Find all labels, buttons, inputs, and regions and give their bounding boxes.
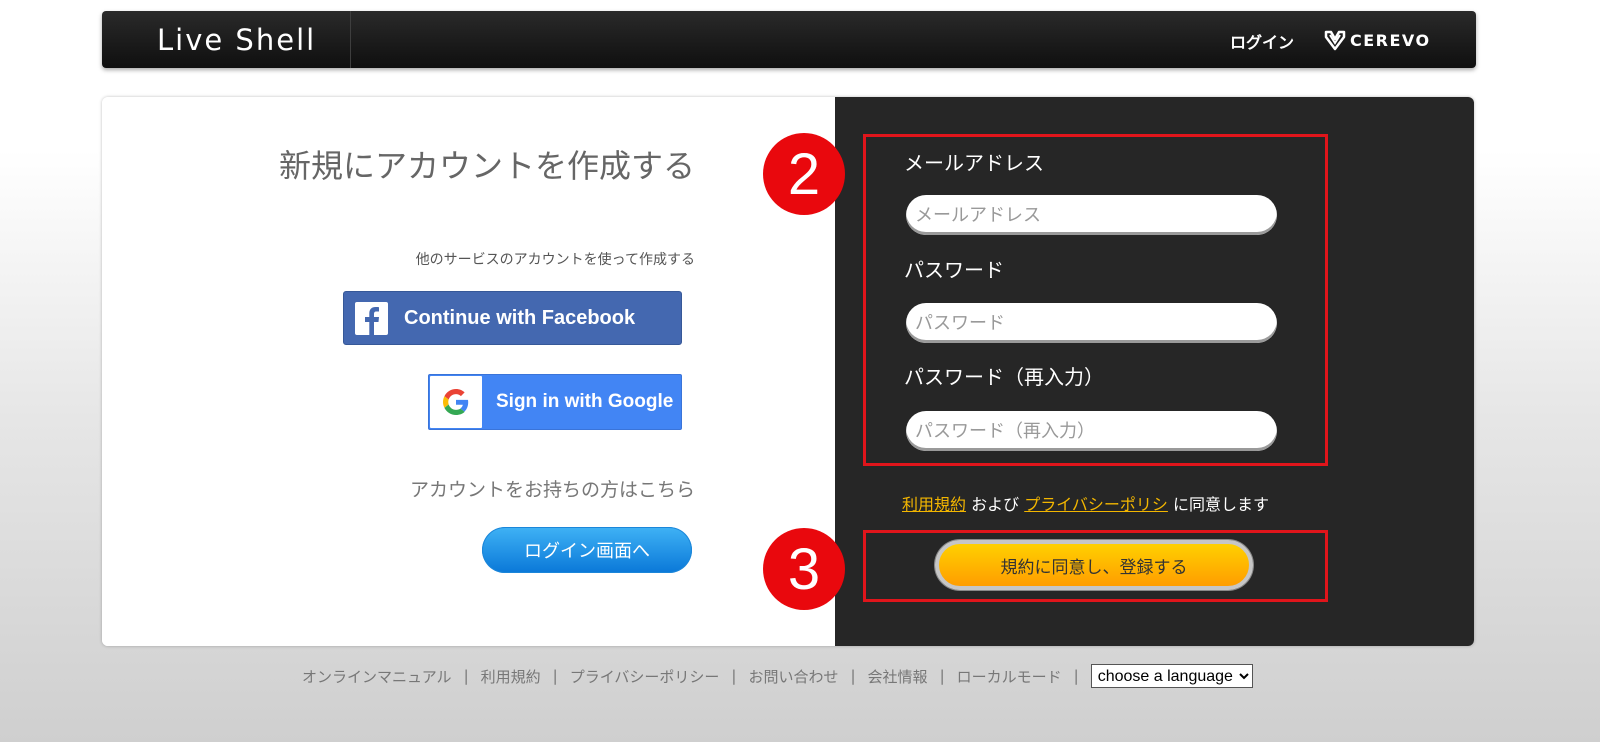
annotation-box-submit	[863, 530, 1328, 602]
footer-separator: |	[552, 667, 558, 685]
footer-link-company-info[interactable]: 会社情報	[868, 666, 928, 687]
and-text: および	[971, 495, 1020, 514]
footer-link-local-mode[interactable]: ローカルモード	[957, 666, 1062, 687]
footer-separator: |	[1073, 667, 1079, 685]
cerevo-logo-icon	[1324, 30, 1346, 51]
footer-links: オンラインマニュアル | 利用規約 | プライバシーポリシー | お問い合わせ …	[302, 664, 1253, 688]
footer-link-online-manual[interactable]: オンラインマニュアル	[302, 666, 452, 687]
footer-separator: |	[939, 667, 945, 685]
annotation-box-form-fields	[863, 134, 1328, 466]
has-account-text: アカウントをお持ちの方はこちら	[409, 479, 695, 501]
footer-link-contact[interactable]: お問い合わせ	[748, 666, 838, 687]
agree-text: に同意します	[1173, 495, 1270, 514]
go-to-login-button[interactable]: ログイン画面へ	[482, 527, 692, 573]
left-panel: 新規にアカウントを作成する 他のサービスのアカウントを使って作成する Conti…	[102, 97, 835, 646]
facebook-button-label: Continue with Facebook	[404, 306, 636, 329]
terms-agreement: 利用規約 および プライバシーポリシ に同意します	[902, 491, 1269, 515]
footer-link-terms[interactable]: 利用規約	[481, 666, 541, 687]
top-header: Live Shell ログイン CEREVO	[102, 11, 1476, 68]
footer-separator: |	[850, 667, 856, 685]
footer-separator: |	[731, 667, 737, 685]
other-services-label: 他のサービスのアカウントを使って作成する	[415, 252, 695, 268]
annotation-badge-step-3: 3	[763, 528, 845, 610]
facebook-icon	[355, 301, 388, 335]
cerevo-brand[interactable]: CEREVO	[1324, 29, 1431, 51]
google-icon	[443, 389, 469, 415]
page-title: 新規にアカウントを作成する	[278, 147, 695, 185]
liveshell-logo[interactable]: Live Shell	[157, 23, 316, 57]
terms-link[interactable]: 利用規約	[902, 495, 966, 514]
language-select[interactable]: choose a language	[1090, 664, 1253, 688]
footer-separator: |	[463, 667, 469, 685]
privacy-policy-link[interactable]: プライバシーポリシ	[1024, 495, 1168, 514]
google-icon-box	[430, 376, 482, 428]
annotation-badge-step-2: 2	[763, 133, 845, 215]
continue-with-facebook-button[interactable]: Continue with Facebook	[343, 291, 682, 345]
google-button-label: Sign in with Google	[496, 391, 674, 412]
header-divider	[350, 11, 351, 68]
sign-in-with-google-button[interactable]: Sign in with Google	[428, 374, 682, 430]
header-login-link[interactable]: ログイン	[1230, 29, 1294, 53]
footer-link-privacy-policy[interactable]: プライバシーポリシー	[570, 666, 720, 687]
cerevo-brand-text: CEREVO	[1350, 30, 1431, 50]
